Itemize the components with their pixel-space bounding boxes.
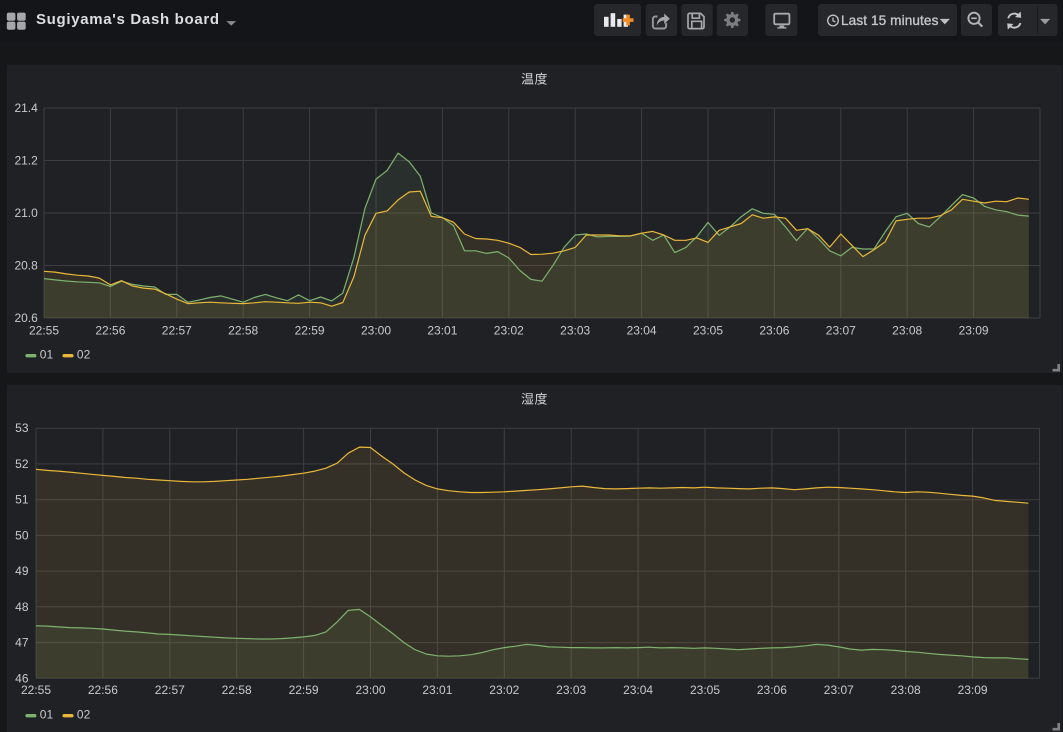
svg-text:23:04: 23:04 (623, 683, 653, 697)
svg-text:22:59: 22:59 (295, 323, 325, 337)
svg-text:02: 02 (77, 708, 91, 722)
svg-text:22:56: 22:56 (95, 323, 125, 337)
svg-text:22:59: 22:59 (289, 683, 319, 697)
svg-text:22:55: 22:55 (21, 683, 51, 697)
svg-text:22:58: 22:58 (222, 683, 252, 697)
svg-text:23:03: 23:03 (556, 683, 586, 697)
svg-text:23:07: 23:07 (824, 683, 854, 697)
svg-text:53: 53 (15, 421, 29, 435)
svg-text:Last 15 minutes: Last 15 minutes (841, 13, 939, 28)
svg-text:21.0: 21.0 (14, 206, 38, 220)
svg-text:23:08: 23:08 (891, 683, 921, 697)
svg-text:21.4: 21.4 (14, 101, 38, 115)
svg-text:01: 01 (40, 348, 54, 362)
svg-text:22:57: 22:57 (162, 323, 192, 337)
svg-text:02: 02 (77, 348, 91, 362)
svg-text:23:09: 23:09 (958, 683, 988, 697)
svg-text:52: 52 (15, 457, 29, 471)
svg-text:01: 01 (40, 708, 54, 722)
svg-text:47: 47 (15, 636, 29, 650)
svg-text:22:56: 22:56 (88, 683, 118, 697)
svg-text:50: 50 (15, 528, 29, 542)
svg-text:23:07: 23:07 (826, 323, 856, 337)
svg-text:23:00: 23:00 (361, 323, 391, 337)
svg-text:23:08: 23:08 (892, 323, 922, 337)
svg-text:22:55: 22:55 (29, 323, 59, 337)
svg-text:23:02: 23:02 (494, 323, 524, 337)
svg-text:23:00: 23:00 (355, 683, 385, 697)
svg-text:23:05: 23:05 (693, 323, 723, 337)
svg-text:23:01: 23:01 (427, 323, 457, 337)
svg-text:22:58: 22:58 (228, 323, 258, 337)
svg-text:49: 49 (15, 564, 29, 578)
svg-text:23:06: 23:06 (759, 323, 789, 337)
svg-text:48: 48 (15, 600, 29, 614)
svg-text:23:03: 23:03 (560, 323, 590, 337)
svg-text:20.8: 20.8 (14, 259, 38, 273)
svg-text:23:02: 23:02 (489, 683, 519, 697)
svg-text:23:04: 23:04 (627, 323, 657, 337)
svg-text:22:57: 22:57 (155, 683, 185, 697)
svg-text:23:09: 23:09 (959, 323, 989, 337)
svg-text:21.2: 21.2 (14, 154, 38, 168)
svg-text:51: 51 (15, 493, 29, 507)
svg-text:23:05: 23:05 (690, 683, 720, 697)
svg-text:23:06: 23:06 (757, 683, 787, 697)
svg-text:23:01: 23:01 (422, 683, 452, 697)
